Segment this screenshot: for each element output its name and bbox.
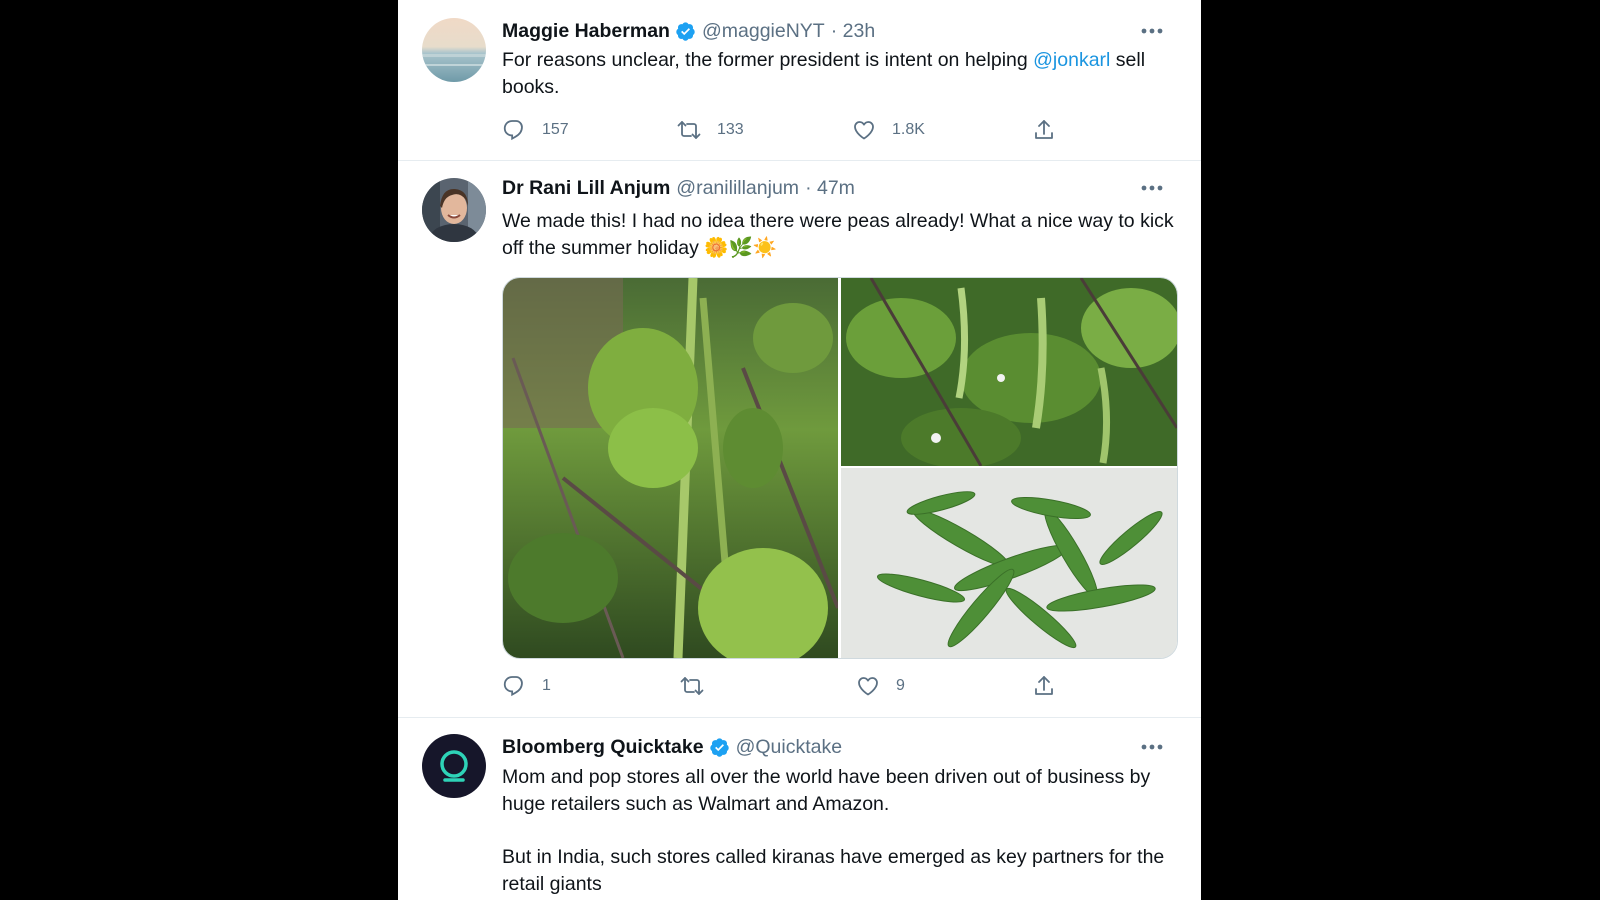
tweet-text-paragraph-2: But in India, such stores called kiranas…: [502, 846, 1165, 895]
verified-badge-icon: [709, 737, 729, 757]
more-options-icon[interactable]: [1139, 734, 1165, 760]
tweet-header: Bloomberg Quicktake @Quicktake: [502, 734, 842, 760]
more-options-icon[interactable]: [1139, 175, 1165, 201]
retweet-button[interactable]: 133: [677, 115, 744, 145]
retweet-count: 133: [717, 121, 744, 138]
photo-pea-pods-plant[interactable]: [841, 278, 1177, 468]
tweet-header: Dr Rani Lill Anjum @ranilillanjum · 47m: [502, 175, 855, 201]
retweet-icon: [677, 121, 701, 139]
retweet-icon: [680, 677, 704, 695]
handle[interactable]: @ranilillanjum: [676, 175, 799, 201]
reply-count: 1: [542, 677, 551, 694]
tweet-actions: 1 9: [502, 671, 1102, 701]
tweet-text-part: For reasons unclear, the former presiden…: [502, 49, 1034, 71]
like-count: 9: [896, 677, 905, 694]
verified-badge-icon: [676, 21, 695, 41]
like-button[interactable]: 1.8K: [852, 115, 925, 145]
share-button[interactable]: [1032, 671, 1056, 701]
like-button[interactable]: 9: [856, 671, 905, 701]
more-options-icon[interactable]: [1139, 18, 1165, 44]
avatar[interactable]: [422, 734, 486, 798]
avatar[interactable]: [422, 18, 486, 82]
reply-count: 157: [542, 121, 569, 138]
heart-icon: [854, 121, 874, 140]
timestamp[interactable]: · 23h: [831, 18, 875, 44]
retweet-button[interactable]: [680, 671, 704, 701]
handle[interactable]: @Quicktake: [736, 734, 843, 760]
display-name[interactable]: Dr Rani Lill Anjum: [502, 175, 670, 201]
timeline-feed[interactable]: Maggie Haberman @maggieNYT · 23h For rea…: [398, 0, 1201, 900]
photo-harvested-pea-pods[interactable]: [841, 468, 1177, 658]
avatar[interactable]: [422, 178, 486, 242]
media-grid[interactable]: [502, 277, 1178, 659]
mention-link[interactable]: @jonkarl: [1033, 49, 1110, 71]
tweet-bloomberg-quicktake[interactable]: Bloomberg Quicktake @Quicktake Mom and p…: [398, 718, 1201, 900]
share-button[interactable]: [1032, 115, 1056, 145]
share-icon: [1035, 676, 1053, 695]
display-name[interactable]: Bloomberg Quicktake: [502, 734, 704, 760]
handle[interactable]: @maggieNYT: [702, 18, 825, 44]
share-icon: [1035, 120, 1053, 139]
reply-button[interactable]: 157: [502, 115, 569, 145]
photo-pea-plants[interactable]: [503, 278, 840, 658]
reply-icon: [503, 120, 523, 141]
heart-icon: [858, 677, 878, 696]
reply-button[interactable]: 1: [502, 671, 551, 701]
tweet-text: We made this! I had no idea there were p…: [502, 210, 1174, 259]
timestamp[interactable]: · 47m: [805, 175, 855, 201]
tweet-text: For reasons unclear, the former presiden…: [502, 47, 1182, 100]
reply-icon: [503, 676, 523, 697]
tweet-rani-lill-anjum[interactable]: Dr Rani Lill Anjum @ranilillanjum · 47m …: [398, 161, 1201, 718]
like-count: 1.8K: [892, 121, 925, 138]
tweet-actions: 157 133 1.8K: [502, 115, 1102, 145]
display-name[interactable]: Maggie Haberman: [502, 18, 670, 44]
tweet-text-paragraph-1: Mom and pop stores all over the world ha…: [502, 766, 1151, 815]
tweet-maggie-haberman[interactable]: Maggie Haberman @maggieNYT · 23h For rea…: [398, 0, 1201, 161]
tweet-header: Maggie Haberman @maggieNYT · 23h: [502, 18, 875, 44]
